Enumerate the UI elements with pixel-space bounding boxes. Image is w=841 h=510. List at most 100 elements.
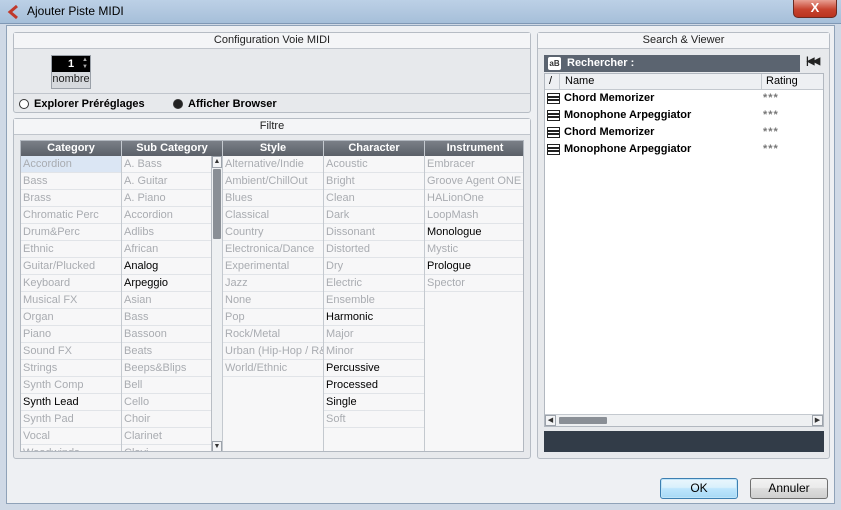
filter-item[interactable]: Brass — [21, 190, 121, 207]
filter-item[interactable]: A. Guitar — [122, 173, 211, 190]
filter-item[interactable]: Accordion — [21, 156, 121, 173]
result-row[interactable]: Chord Memorizer *** — [545, 124, 823, 141]
filter-item[interactable]: A. Piano — [122, 190, 211, 207]
filter-item[interactable]: Drum&Perc — [21, 224, 121, 241]
scroll-right-icon[interactable]: ▶ — [812, 415, 823, 426]
filter-item[interactable]: Rock/Metal — [223, 326, 323, 343]
spin-arrows-icon[interactable]: ▲ ▼ — [82, 57, 89, 71]
filter-item[interactable]: Asian — [122, 292, 211, 309]
filter-item[interactable]: Musical FX — [21, 292, 121, 309]
result-row[interactable]: Chord Memorizer *** — [545, 90, 823, 107]
filter-item[interactable]: Experimental — [223, 258, 323, 275]
filter-item[interactable]: Electric — [324, 275, 424, 292]
search-field[interactable]: aB Rechercher : — [544, 55, 800, 72]
column-header[interactable]: Style — [223, 141, 323, 156]
filter-item[interactable]: Clarinet — [122, 428, 211, 445]
radio-off-icon[interactable] — [19, 99, 29, 109]
filter-item[interactable]: Monologue — [425, 224, 523, 241]
close-button[interactable]: X — [793, 0, 837, 18]
filter-item[interactable]: Synth Comp — [21, 377, 121, 394]
filter-item[interactable]: Classical — [223, 207, 323, 224]
filter-item[interactable]: None — [223, 292, 323, 309]
filter-item[interactable]: Bass — [122, 309, 211, 326]
filter-item[interactable]: Distorted — [324, 241, 424, 258]
filter-item[interactable]: Bell — [122, 377, 211, 394]
filter-item[interactable]: Beeps&Blips — [122, 360, 211, 377]
filter-item[interactable]: Single — [324, 394, 424, 411]
filter-item[interactable]: Beats — [122, 343, 211, 360]
count-stepper[interactable]: 1 ▲ ▼ nombre — [51, 55, 91, 89]
filter-item[interactable]: Processed — [324, 377, 424, 394]
result-row[interactable]: Monophone Arpeggiator *** — [545, 107, 823, 124]
column-header[interactable]: Sub Category — [122, 141, 222, 156]
filter-item[interactable]: Country — [223, 224, 323, 241]
scroll-up-icon[interactable]: ▲ — [212, 156, 222, 168]
filter-item[interactable]: Pop — [223, 309, 323, 326]
filter-item[interactable]: Embracer — [425, 156, 523, 173]
filter-item[interactable]: Chromatic Perc — [21, 207, 121, 224]
filter-item[interactable]: Bass — [21, 173, 121, 190]
filter-item[interactable]: Ensemble — [324, 292, 424, 309]
sort-column-header[interactable]: / — [549, 75, 552, 87]
filter-item[interactable]: HALionOne — [425, 190, 523, 207]
filter-item[interactable]: Sound FX — [21, 343, 121, 360]
filter-item[interactable]: Ethnic — [21, 241, 121, 258]
filter-item[interactable]: Synth Lead — [21, 394, 121, 411]
filter-item[interactable]: Dissonant — [324, 224, 424, 241]
cancel-button[interactable]: Annuler — [750, 478, 828, 499]
hscroll-thumb[interactable] — [559, 417, 607, 424]
radio-browser[interactable]: Afficher Browser — [173, 98, 277, 110]
result-row[interactable]: Monophone Arpeggiator *** — [545, 141, 823, 158]
column-header[interactable]: Character — [324, 141, 424, 156]
filter-item[interactable]: Woodwinds — [21, 445, 121, 451]
filter-item[interactable]: Minor — [324, 343, 424, 360]
reset-search-icon[interactable]: |◀◀ — [806, 56, 820, 67]
filter-item[interactable]: Dark — [324, 207, 424, 224]
filter-item[interactable]: Harmonic — [324, 309, 424, 326]
filter-item[interactable]: Major — [324, 326, 424, 343]
filter-item[interactable]: A. Bass — [122, 156, 211, 173]
filter-item[interactable]: Clavi — [122, 445, 211, 451]
filter-item[interactable]: Synth Pad — [21, 411, 121, 428]
filter-item[interactable]: Groove Agent ONE — [425, 173, 523, 190]
filter-item[interactable]: Prologue — [425, 258, 523, 275]
filter-item[interactable]: Bassoon — [122, 326, 211, 343]
filter-item[interactable]: Cello — [122, 394, 211, 411]
filter-item[interactable]: Jazz — [223, 275, 323, 292]
filter-item[interactable]: Arpeggio — [122, 275, 211, 292]
ok-button[interactable]: OK — [660, 478, 738, 499]
column-header[interactable]: Category — [21, 141, 121, 156]
filter-item[interactable]: Percussive — [324, 360, 424, 377]
filter-item[interactable]: Acoustic — [324, 156, 424, 173]
filter-item[interactable]: African — [122, 241, 211, 258]
filter-item[interactable]: Accordion — [122, 207, 211, 224]
scroll-thumb[interactable] — [213, 169, 221, 239]
filter-item[interactable]: Piano — [21, 326, 121, 343]
filter-item[interactable]: Spector — [425, 275, 523, 292]
filter-item[interactable]: Adlibs — [122, 224, 211, 241]
filter-item[interactable]: Strings — [21, 360, 121, 377]
filter-item[interactable]: Mystic — [425, 241, 523, 258]
filter-item[interactable]: Ambient/ChillOut — [223, 173, 323, 190]
filter-item[interactable]: Organ — [21, 309, 121, 326]
filter-item[interactable]: Blues — [223, 190, 323, 207]
filter-item[interactable]: Guitar/Plucked — [21, 258, 121, 275]
filter-item[interactable]: Bright — [324, 173, 424, 190]
filter-item[interactable]: World/Ethnic — [223, 360, 323, 377]
filter-item[interactable]: Dry — [324, 258, 424, 275]
radio-presets[interactable]: Explorer Préréglages — [19, 98, 145, 110]
sub-category-scrollbar[interactable]: ▲ ▼ — [211, 156, 222, 451]
filter-item[interactable]: Analog — [122, 258, 211, 275]
filter-item[interactable]: Clean — [324, 190, 424, 207]
filter-item[interactable]: Electronica/Dance — [223, 241, 323, 258]
filter-item[interactable]: Choir — [122, 411, 211, 428]
filter-item[interactable]: Alternative/Indie — [223, 156, 323, 173]
filter-item[interactable]: Keyboard — [21, 275, 121, 292]
filter-item[interactable]: Urban (Hip-Hop / R&B) — [223, 343, 323, 360]
filter-item[interactable]: Vocal — [21, 428, 121, 445]
filter-item[interactable]: LoopMash — [425, 207, 523, 224]
results-hscrollbar[interactable]: ◀ ▶ — [545, 414, 823, 426]
scroll-left-icon[interactable]: ◀ — [545, 415, 556, 426]
rating-column-header[interactable]: Rating — [766, 75, 798, 87]
radio-on-icon[interactable] — [173, 99, 183, 109]
